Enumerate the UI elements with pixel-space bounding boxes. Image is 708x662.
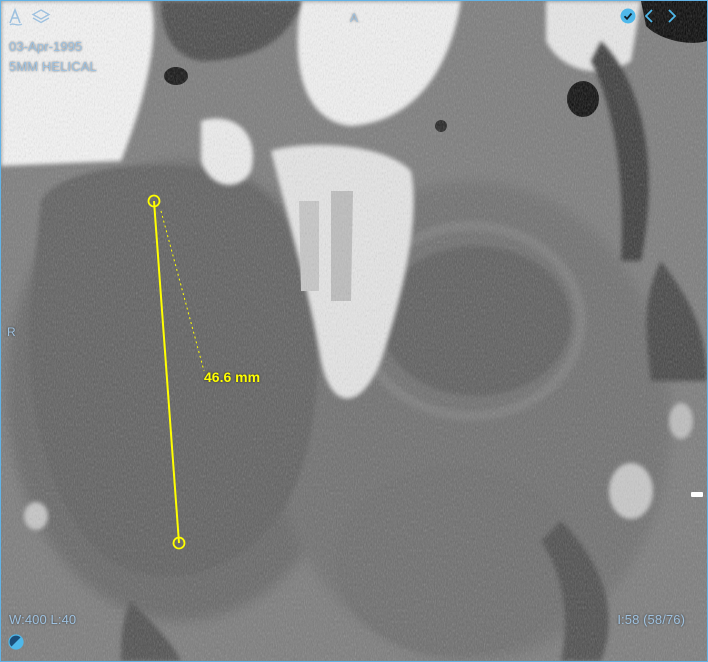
length-measurement-line[interactable]	[153, 200, 180, 544]
layers-icon[interactable]	[31, 8, 51, 26]
chevron-left-icon[interactable]	[642, 8, 656, 24]
checkmark-icon[interactable]	[620, 8, 636, 24]
orientation-marker-left: R	[7, 325, 16, 339]
dicom-viewport[interactable]: 46.6 mm 03-Apr-1995 5MM HELICAL A R W:40…	[0, 0, 708, 662]
window-level: W:400 L:40	[9, 612, 77, 627]
series-description: 5MM HELICAL	[9, 59, 97, 74]
contrast-icon[interactable]	[8, 634, 24, 650]
chevron-right-icon[interactable]	[665, 8, 679, 24]
orientation-marker-top: A	[350, 11, 359, 25]
measurement-overlay[interactable]	[1, 1, 707, 661]
measurement-leader-line	[160, 210, 205, 372]
scroll-position-marker[interactable]	[691, 492, 703, 497]
study-date: 03-Apr-1995	[9, 39, 83, 54]
measurement-label[interactable]: 46.6 mm	[204, 369, 260, 385]
image-index: I:58 (58/76)	[617, 612, 685, 627]
annotation-icon[interactable]	[7, 7, 25, 27]
